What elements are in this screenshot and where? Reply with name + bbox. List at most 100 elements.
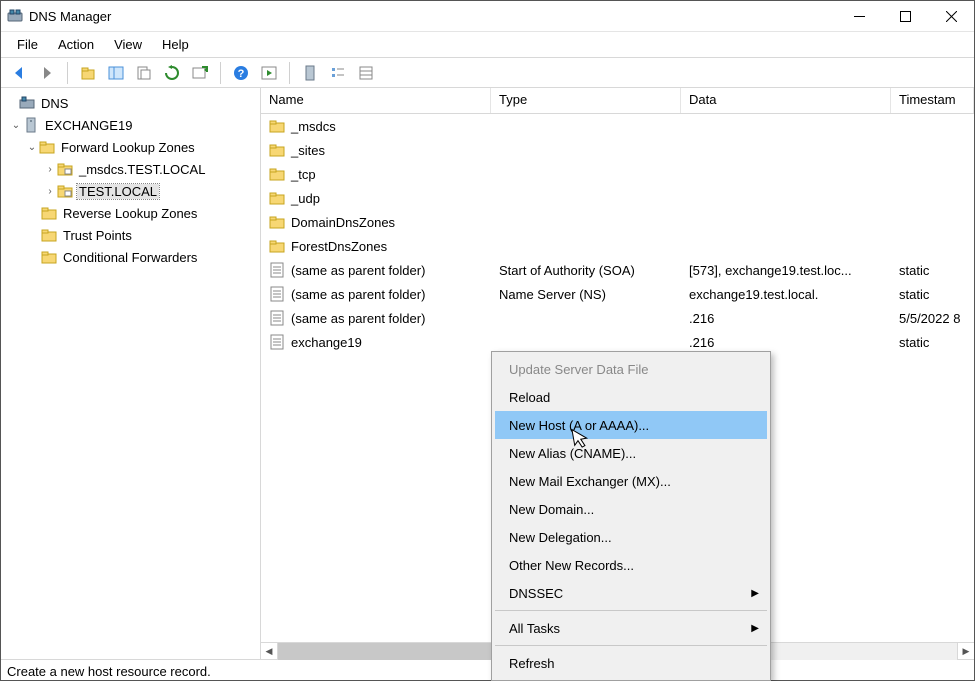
zone-icon bbox=[57, 183, 73, 199]
list-row[interactable]: DomainDnsZones bbox=[261, 210, 974, 234]
tree-node-msdcs[interactable]: › _msdcs.TEST.LOCAL bbox=[3, 158, 258, 180]
forward-button[interactable] bbox=[35, 61, 59, 85]
ctx-update-server-data[interactable]: Update Server Data File bbox=[495, 355, 767, 383]
list-header: Name Type Data Timestam bbox=[261, 88, 974, 114]
list-view-button[interactable] bbox=[326, 61, 350, 85]
list-row[interactable]: (same as parent folder).2165/5/2022 8 bbox=[261, 306, 974, 330]
ctx-new-domain[interactable]: New Domain... bbox=[495, 495, 767, 523]
column-data[interactable]: Data bbox=[681, 88, 891, 113]
cell-name: _sites bbox=[261, 142, 491, 158]
ctx-reload[interactable]: Reload bbox=[495, 383, 767, 411]
cell-timestamp: static bbox=[891, 263, 974, 278]
up-button[interactable] bbox=[76, 61, 100, 85]
folder-icon bbox=[269, 166, 285, 182]
context-menu[interactable]: Update Server Data File Reload New Host … bbox=[491, 351, 771, 681]
ctx-other-records[interactable]: Other New Records... bbox=[495, 551, 767, 579]
show-hide-button[interactable] bbox=[104, 61, 128, 85]
list-row[interactable]: _msdcs bbox=[261, 114, 974, 138]
row-name-text: (same as parent folder) bbox=[291, 263, 425, 278]
column-name[interactable]: Name bbox=[261, 88, 491, 113]
row-name-text: exchange19 bbox=[291, 335, 362, 350]
ctx-separator bbox=[495, 610, 767, 611]
ctx-new-alias[interactable]: New Alias (CNAME)... bbox=[495, 439, 767, 467]
svg-text:?: ? bbox=[238, 68, 245, 80]
details-view-button[interactable] bbox=[354, 61, 378, 85]
tree-label: _msdcs.TEST.LOCAL bbox=[77, 162, 207, 177]
close-button[interactable] bbox=[928, 1, 974, 31]
cell-name: ForestDnsZones bbox=[261, 238, 491, 254]
menu-help[interactable]: Help bbox=[152, 32, 199, 58]
submenu-arrow-icon: ▶ bbox=[751, 623, 759, 634]
properties-button[interactable] bbox=[298, 61, 322, 85]
scroll-right-button[interactable]: ▶ bbox=[957, 643, 974, 660]
zone-icon bbox=[57, 161, 73, 177]
scope-tree[interactable]: DNS ⌄ EXCHANGE19 ⌄ Forward Lookup Zones … bbox=[1, 88, 261, 659]
folder-icon bbox=[41, 227, 57, 243]
tree-label: Trust Points bbox=[61, 228, 134, 243]
maximize-button[interactable] bbox=[882, 1, 928, 31]
submenu-arrow-icon: ▶ bbox=[751, 588, 759, 599]
minimize-button[interactable] bbox=[836, 1, 882, 31]
record-icon bbox=[269, 286, 285, 302]
play-button[interactable] bbox=[257, 61, 281, 85]
column-timestamp[interactable]: Timestam bbox=[891, 88, 974, 113]
tree-node-rlz[interactable]: Reverse Lookup Zones bbox=[3, 202, 258, 224]
record-icon bbox=[269, 310, 285, 326]
ctx-separator bbox=[495, 645, 767, 646]
menu-action[interactable]: Action bbox=[48, 32, 104, 58]
folder-icon bbox=[41, 205, 57, 221]
list-row[interactable]: _tcp bbox=[261, 162, 974, 186]
tree-node-testlocal[interactable]: › TEST.LOCAL bbox=[3, 180, 258, 202]
cell-timestamp: 5/5/2022 8 bbox=[891, 311, 974, 326]
titlebar: DNS Manager bbox=[1, 1, 974, 31]
cell-name: _udp bbox=[261, 190, 491, 206]
list-row[interactable]: (same as parent folder)Start of Authorit… bbox=[261, 258, 974, 282]
cell-name: DomainDnsZones bbox=[261, 214, 491, 230]
list-row[interactable]: _udp bbox=[261, 186, 974, 210]
back-button[interactable] bbox=[7, 61, 31, 85]
cell-data: .216 bbox=[681, 311, 891, 326]
tree-node-server[interactable]: ⌄ EXCHANGE19 bbox=[3, 114, 258, 136]
row-name-text: DomainDnsZones bbox=[291, 215, 395, 230]
menubar: File Action View Help bbox=[1, 31, 974, 57]
tree-node-dns[interactable]: DNS bbox=[3, 92, 258, 114]
folder-icon bbox=[269, 142, 285, 158]
expander-icon[interactable]: › bbox=[43, 186, 57, 197]
list-row[interactable]: _sites bbox=[261, 138, 974, 162]
app-icon bbox=[7, 8, 23, 24]
ctx-dnssec[interactable]: DNSSEC▶ bbox=[495, 579, 767, 607]
export-button[interactable] bbox=[132, 61, 156, 85]
tree-node-cond[interactable]: Conditional Forwarders bbox=[3, 246, 258, 268]
menu-view[interactable]: View bbox=[104, 32, 152, 58]
cell-name: (same as parent folder) bbox=[261, 262, 491, 278]
main-split: DNS ⌄ EXCHANGE19 ⌄ Forward Lookup Zones … bbox=[1, 88, 974, 659]
expander-icon[interactable]: › bbox=[43, 164, 57, 175]
list-row[interactable]: ForestDnsZones bbox=[261, 234, 974, 258]
toolbar: ? bbox=[1, 58, 974, 88]
tree-node-flz[interactable]: ⌄ Forward Lookup Zones bbox=[3, 136, 258, 158]
new-window-button[interactable] bbox=[188, 61, 212, 85]
record-icon bbox=[269, 334, 285, 350]
expander-icon[interactable]: ⌄ bbox=[9, 120, 23, 131]
column-type[interactable]: Type bbox=[491, 88, 681, 113]
ctx-all-tasks[interactable]: All Tasks▶ bbox=[495, 614, 767, 642]
tree-node-trust[interactable]: Trust Points bbox=[3, 224, 258, 246]
list-row[interactable]: (same as parent folder)Name Server (NS)e… bbox=[261, 282, 974, 306]
refresh-button[interactable] bbox=[160, 61, 184, 85]
ctx-refresh[interactable]: Refresh bbox=[495, 649, 767, 677]
scroll-thumb[interactable] bbox=[278, 643, 498, 660]
menu-file[interactable]: File bbox=[7, 32, 48, 58]
scroll-left-button[interactable]: ◀ bbox=[261, 643, 278, 660]
expander-icon[interactable]: ⌄ bbox=[25, 142, 39, 153]
help-button[interactable]: ? bbox=[229, 61, 253, 85]
row-name-text: _sites bbox=[291, 143, 325, 158]
row-name-text: _msdcs bbox=[291, 119, 336, 134]
row-name-text: _tcp bbox=[291, 167, 316, 182]
row-name-text: (same as parent folder) bbox=[291, 287, 425, 302]
ctx-new-mx[interactable]: New Mail Exchanger (MX)... bbox=[495, 467, 767, 495]
tree-label: TEST.LOCAL bbox=[77, 184, 159, 199]
dns-root-icon bbox=[19, 95, 35, 111]
tree-label: Forward Lookup Zones bbox=[59, 140, 197, 155]
ctx-new-delegation[interactable]: New Delegation... bbox=[495, 523, 767, 551]
ctx-new-host[interactable]: New Host (A or AAAA)... bbox=[495, 411, 767, 439]
